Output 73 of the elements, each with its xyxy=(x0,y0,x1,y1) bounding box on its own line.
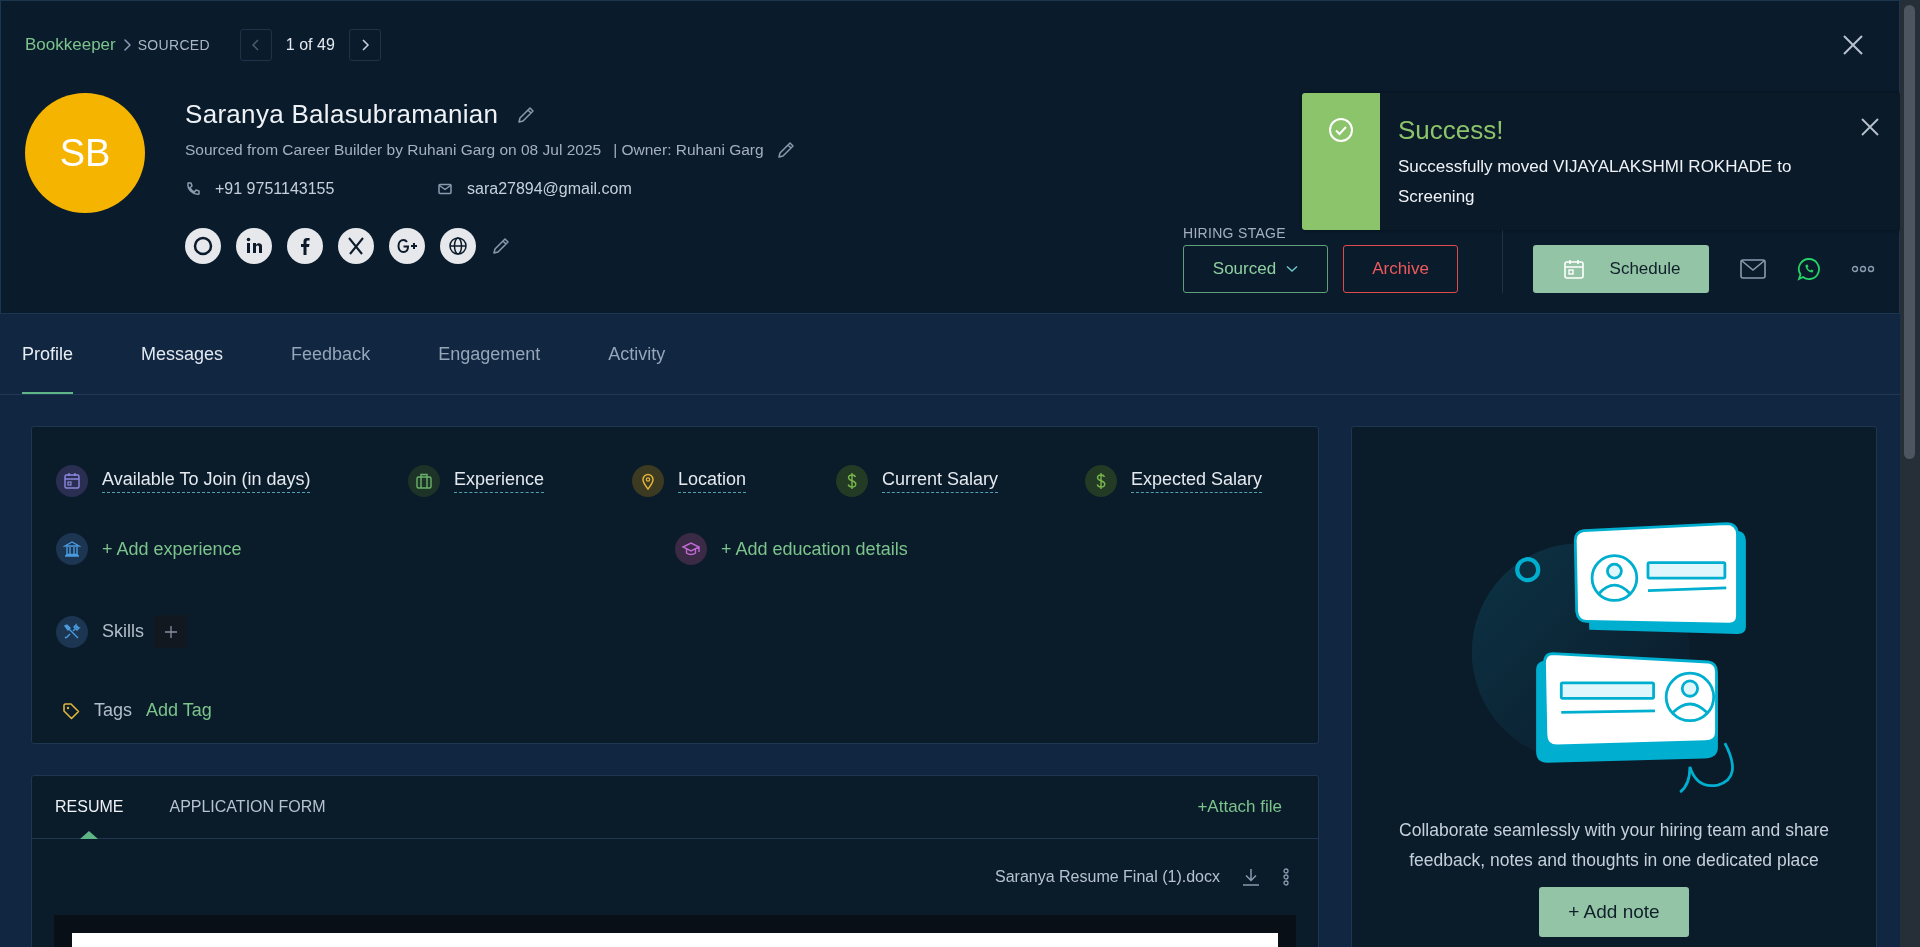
close-icon[interactable] xyxy=(1841,33,1865,57)
candidate-name: Saranya Balasubramanian xyxy=(185,99,499,130)
toast-title: Success! xyxy=(1398,115,1505,146)
section-label: HIRING STAGE xyxy=(1183,225,1287,241)
add-link[interactable]: + Add education details xyxy=(721,538,908,560)
more-icon[interactable] xyxy=(1851,265,1875,273)
document-tab[interactable]: RESUME xyxy=(55,776,124,838)
toast-message: Successfully moved VIJAYALAKSHMI ROKHADE to Screening xyxy=(1398,156,1793,208)
dollar-icon xyxy=(836,465,868,497)
pager-count: 1 of 49 xyxy=(285,36,335,54)
tab[interactable]: Activity xyxy=(608,314,666,394)
archive-button[interactable]: Archive xyxy=(1343,245,1458,293)
phone-icon xyxy=(185,181,201,197)
dollar-icon xyxy=(1085,465,1117,497)
bank-building-icon xyxy=(56,533,88,565)
schedule-button[interactable]: Schedule xyxy=(1533,245,1709,293)
map-pin-icon xyxy=(632,465,664,497)
document-tab[interactable]: APPLICATION FORM xyxy=(169,776,326,838)
briefcase-icon xyxy=(408,465,440,497)
tab[interactable]: Engagement xyxy=(438,314,541,394)
pencil-icon[interactable] xyxy=(491,236,511,256)
field-label[interactable]: Experience xyxy=(454,469,545,493)
add-skill-button[interactable] xyxy=(154,615,187,648)
check-circle-icon xyxy=(1328,117,1354,143)
tag-icon xyxy=(62,701,80,720)
email-address[interactable]: sara27894@gmail.com xyxy=(467,180,632,198)
graduation-cap-icon xyxy=(675,533,707,565)
chevron-right-icon xyxy=(121,38,132,52)
skills-label: Skills xyxy=(102,621,144,642)
notes-description: Collaborate seamlessly with your hiring team and share feedback, notes and thoughts in one dedicated place xyxy=(1398,819,1830,872)
globe-icon[interactable] xyxy=(440,228,476,264)
pencil-icon[interactable] xyxy=(775,140,796,160)
next-button[interactable] xyxy=(348,29,381,61)
calendar-icon xyxy=(1561,257,1586,281)
mail-icon xyxy=(437,181,453,197)
scrollbar[interactable] xyxy=(1900,0,1920,947)
facebook-icon[interactable] xyxy=(287,228,323,264)
download-icon[interactable] xyxy=(1242,868,1260,886)
field-label[interactable]: Location xyxy=(678,469,747,493)
tab[interactable]: Profile xyxy=(22,314,74,394)
breadcrumb-link[interactable]: Bookkeeper xyxy=(25,35,116,55)
tab[interactable]: Messages xyxy=(141,314,224,394)
x-logo-icon[interactable] xyxy=(338,228,374,264)
close-icon[interactable] xyxy=(1860,117,1880,137)
avatar: SB xyxy=(25,93,145,213)
field-label[interactable]: Available To Join (in days) xyxy=(102,469,311,493)
scrollbar-thumb[interactable] xyxy=(1904,5,1915,459)
phone-number: +91 9751143155 xyxy=(215,180,335,198)
field-label[interactable]: Current Salary xyxy=(882,469,999,493)
add-link[interactable]: + Add experience xyxy=(102,538,242,560)
source-text: Sourced from Career Builder by Ruhani Garg on 08 Jul 2025 xyxy=(185,141,602,159)
chevron-right-icon xyxy=(359,38,370,52)
vertical-more-icon[interactable] xyxy=(1282,868,1290,886)
field-label[interactable]: Expected Salary xyxy=(1131,469,1263,493)
chevron-left-icon xyxy=(250,38,261,52)
add-note-button[interactable]: + Add note xyxy=(1539,887,1689,937)
tab[interactable]: Feedback xyxy=(291,314,371,394)
add-tag-link[interactable]: Add Tag xyxy=(146,700,212,721)
breadcrumb-stage: SOURCED xyxy=(137,37,210,53)
tools-icon xyxy=(56,615,88,648)
calendar-icon xyxy=(56,465,88,497)
google-plus-icon[interactable] xyxy=(389,228,425,264)
chevron-down-icon xyxy=(1286,265,1299,273)
owner-text: | Owner: Ruhani Garg xyxy=(613,141,764,159)
stage-dropdown[interactable]: Sourced xyxy=(1183,245,1328,293)
attach-file-link[interactable]: +Attach file xyxy=(1197,797,1282,817)
linkedin-icon[interactable] xyxy=(236,228,272,264)
chat-bubble-icon[interactable] xyxy=(1797,257,1821,281)
mail-icon[interactable] xyxy=(1739,258,1767,280)
file-name: Saranya Resume Final (1).docx xyxy=(995,868,1220,886)
tags-label: Tags xyxy=(94,700,133,721)
pencil-icon[interactable] xyxy=(516,104,537,125)
plus-icon xyxy=(164,625,177,638)
